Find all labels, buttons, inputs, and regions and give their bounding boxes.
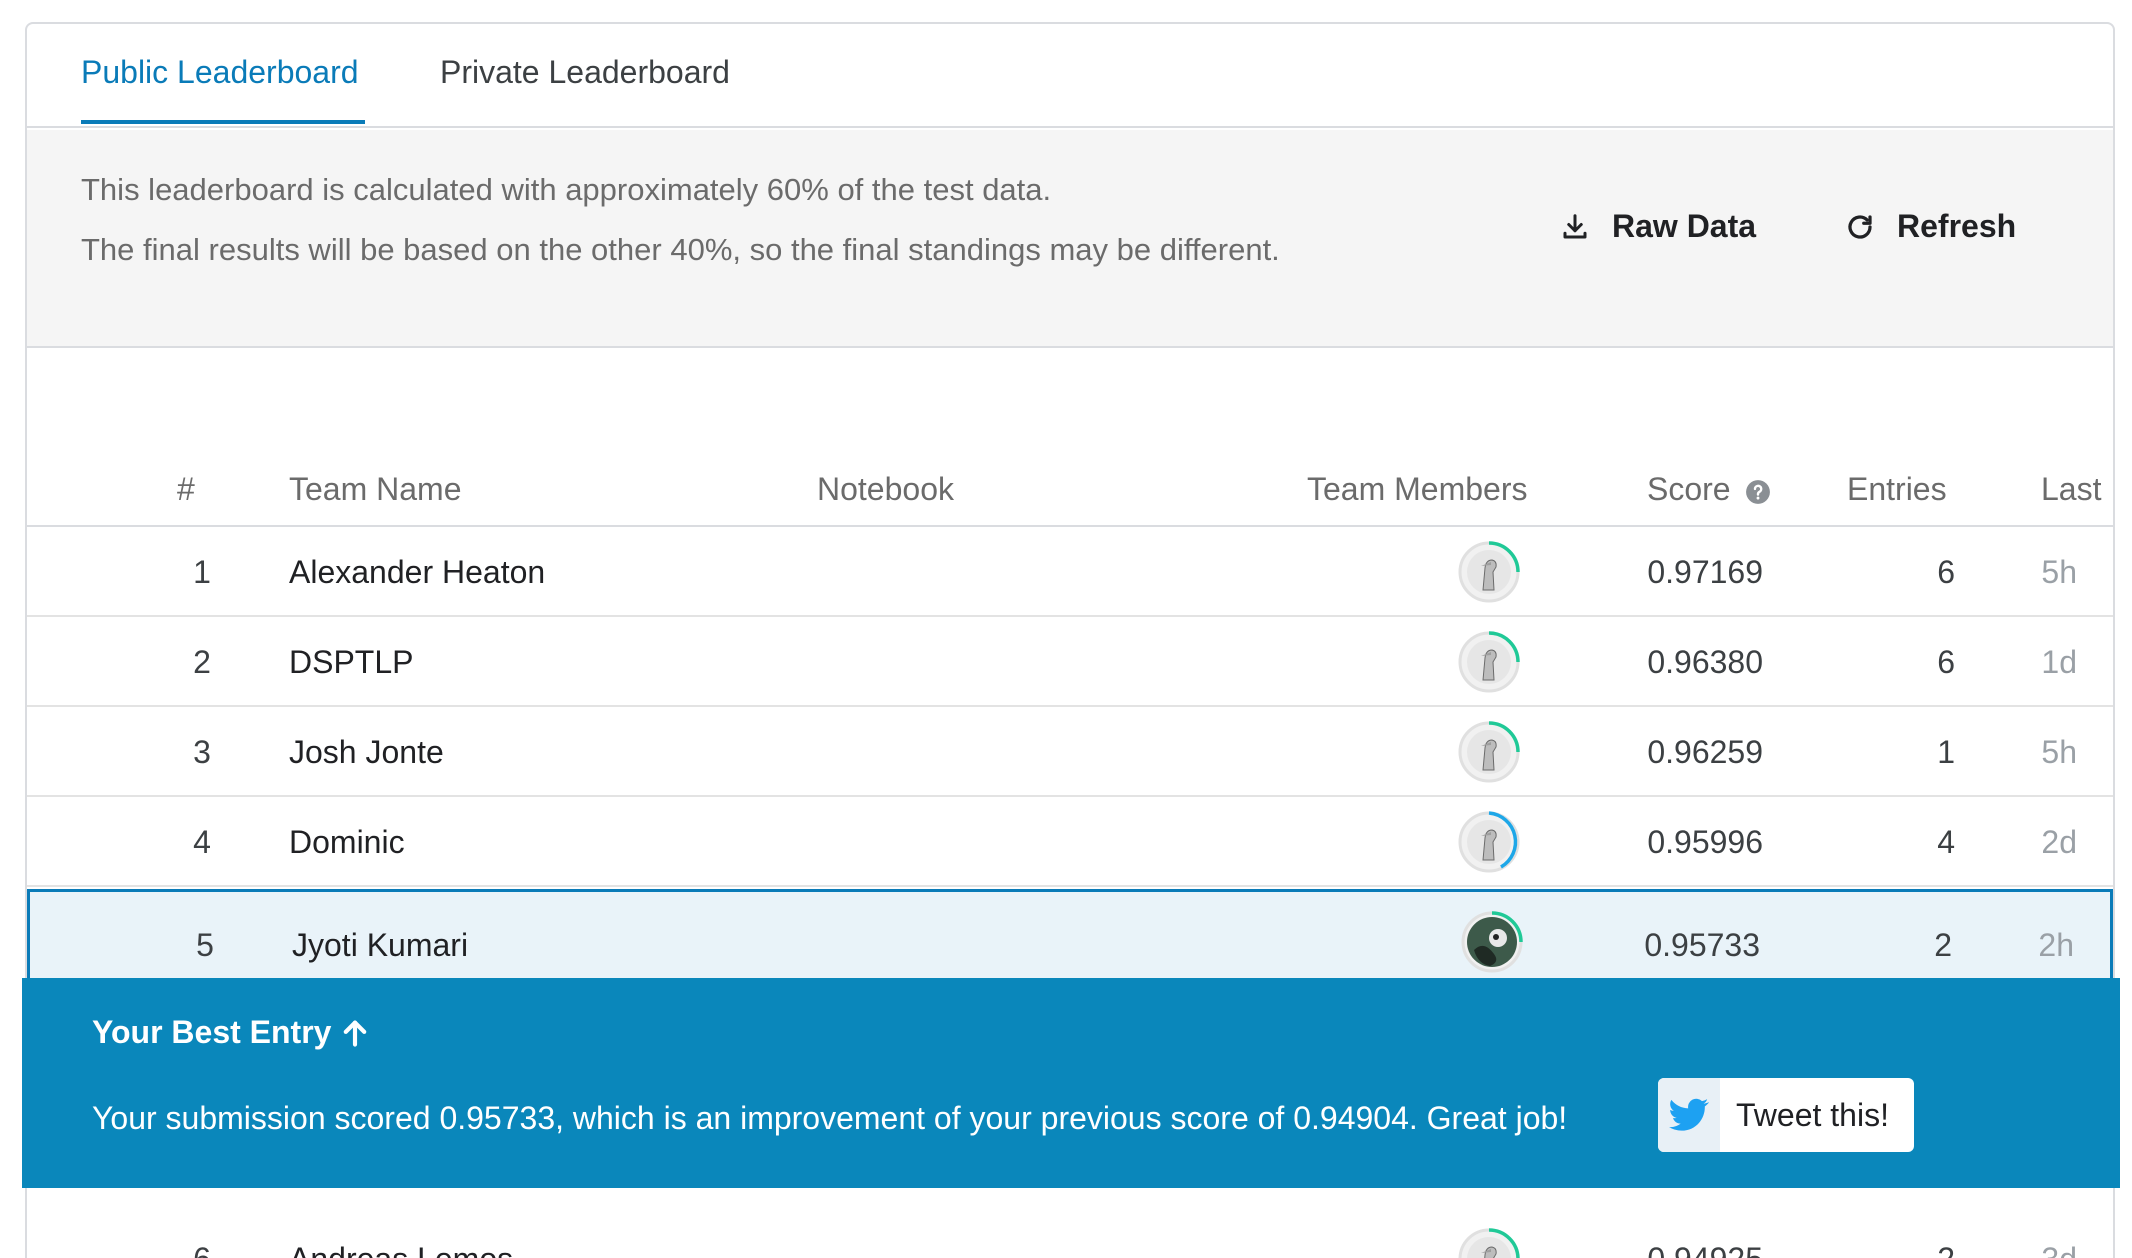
info-band: This leaderboard is calculated with appr… <box>27 130 2113 348</box>
last-cell: 1d <box>2041 644 2077 680</box>
banner-title: Your Best Entry <box>92 1014 369 1051</box>
score-cell: 0.96380 <box>1647 644 1763 680</box>
rank-cell: 6 <box>172 1214 232 1258</box>
column-entries: Entries <box>1847 471 1947 507</box>
tweet-button[interactable]: Tweet this! <box>1658 1078 1914 1152</box>
raw-data-label: Raw Data <box>1612 208 1757 244</box>
team-name-link[interactable]: Jyoti Kumari <box>292 900 468 990</box>
team-name-link[interactable]: Josh Jonte <box>289 707 444 797</box>
help-icon[interactable] <box>1745 479 1771 505</box>
team-member-avatar[interactable] <box>1457 540 1521 604</box>
score-cell: 0.94925 <box>1647 1214 1763 1258</box>
team-member-avatar[interactable] <box>1460 910 1524 974</box>
last-cell: 5h <box>2041 554 2077 590</box>
team-name-link[interactable]: Andreas Lemos <box>289 1214 513 1258</box>
last-cell: 3d <box>2041 1214 2077 1258</box>
active-tab-indicator <box>81 120 365 124</box>
rank-cell: 3 <box>193 734 211 770</box>
score-cell: 0.95733 <box>1644 927 1760 963</box>
table-row[interactable]: 2 DSPTLP 0.96380 6 1d <box>27 617 2113 707</box>
table-row[interactable]: 1 Alexander Heaton 0.97169 6 5h <box>27 527 2113 617</box>
score-cell: 0.95996 <box>1647 824 1763 860</box>
refresh-button[interactable]: Refresh <box>1845 208 2016 245</box>
score-cell: 0.96259 <box>1647 734 1763 770</box>
team-member-avatar[interactable] <box>1457 1227 1521 1258</box>
tab-public-leaderboard[interactable]: Public Leaderboard <box>81 54 359 91</box>
tweet-icon-box <box>1658 1078 1720 1152</box>
column-team-members: Team Members <box>1307 471 1528 507</box>
score-cell: 0.97169 <box>1647 554 1763 590</box>
last-cell: 5h <box>2041 734 2077 770</box>
refresh-label: Refresh <box>1897 208 2017 244</box>
table-row[interactable]: 3 Josh Jonte 0.96259 1 5h <box>27 707 2113 797</box>
last-cell: 2h <box>2038 927 2074 963</box>
entries-cell: 4 <box>1937 824 1955 860</box>
team-name-link[interactable]: Alexander Heaton <box>289 527 545 617</box>
tweet-label: Tweet this! <box>1736 1096 1889 1133</box>
team-name-link[interactable]: DSPTLP <box>289 617 413 707</box>
info-line-2: The final results will be based on the o… <box>81 232 1280 267</box>
rank-cell: 4 <box>193 824 211 860</box>
banner-message: Your submission scored 0.95733, which is… <box>92 1100 1568 1136</box>
download-icon <box>1563 213 1587 238</box>
raw-data-button[interactable]: Raw Data <box>1560 208 1756 245</box>
twitter-icon <box>1669 1098 1709 1131</box>
column-score: Score <box>1647 471 1771 508</box>
rank-cell: 2 <box>193 644 211 680</box>
entries-cell: 2 <box>1934 927 1952 963</box>
team-member-avatar[interactable] <box>1457 630 1521 694</box>
column-team-name: Team Name <box>289 471 462 507</box>
entries-cell: 1 <box>1937 734 1955 770</box>
team-name-link[interactable]: Dominic <box>289 797 405 887</box>
info-line-1: This leaderboard is calculated with appr… <box>81 172 1052 207</box>
table-row[interactable]: 4 Dominic 0.95996 4 2d <box>27 797 2113 887</box>
table-row[interactable]: 6 Andreas Lemos 0.94925 2 3d <box>27 1214 2113 1258</box>
entries-cell: 6 <box>1937 554 1955 590</box>
column-last: Last <box>2041 471 2102 507</box>
entries-cell: 2 <box>1937 1214 1955 1258</box>
arrow-up-icon <box>344 1020 367 1047</box>
refresh-icon <box>1848 214 1872 239</box>
team-member-avatar[interactable] <box>1457 810 1521 874</box>
best-entry-banner: Your Best Entry Your submission scored 0… <box>22 978 2120 1188</box>
entries-cell: 6 <box>1937 644 1955 680</box>
tab-private-leaderboard[interactable]: Private Leaderboard <box>440 54 730 91</box>
banner-title-label: Your Best Entry <box>92 1014 332 1050</box>
column-score-label: Score <box>1647 471 1731 507</box>
last-cell: 2d <box>2041 824 2077 860</box>
tab-bar: Public Leaderboard Private Leaderboard <box>27 24 2113 128</box>
column-rank: # <box>177 471 195 507</box>
rank-cell: 5 <box>196 927 214 963</box>
rank-cell: 1 <box>193 554 211 590</box>
column-notebook: Notebook <box>817 471 954 507</box>
team-member-avatar[interactable] <box>1457 720 1521 784</box>
